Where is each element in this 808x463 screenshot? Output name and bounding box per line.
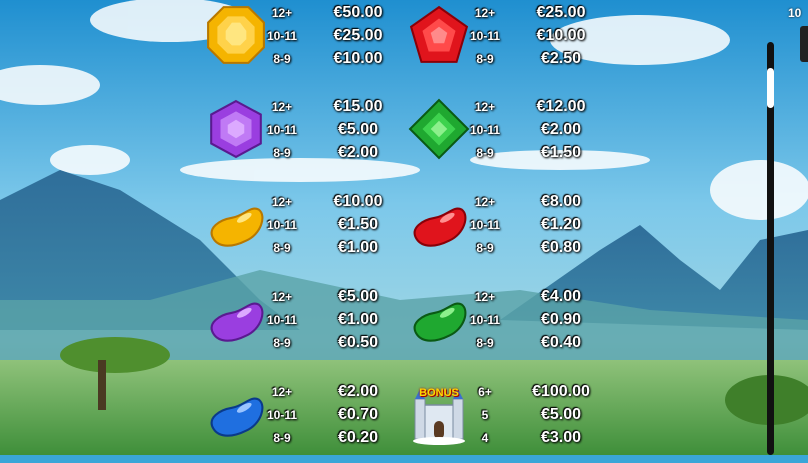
red-gem-icon <box>408 4 470 66</box>
win-value: €2.00 <box>337 144 379 161</box>
win-value: €0.50 <box>337 334 379 351</box>
count-label: 12+ <box>271 100 293 114</box>
win-value: €100.00 <box>532 383 590 400</box>
count-label: 8-9 <box>273 52 291 66</box>
paytable-entry: 12+ €5.00 10-11 €1.00 8-9 €0.50 <box>205 288 395 368</box>
count-label: 12+ <box>474 100 496 114</box>
paytable-entry: 12+ €4.00 10-11 €0.90 8-9 €0.40 <box>408 288 598 368</box>
scrollbar[interactable] <box>767 42 774 455</box>
count-label: 8-9 <box>476 336 494 350</box>
win-value: €3.00 <box>540 429 582 446</box>
win-value: €0.90 <box>540 311 582 328</box>
paytable-entry: BONUS 6+ €100.00 5 €5.00 4 €3.00 <box>408 383 598 463</box>
purple-jellybean-icon <box>205 288 267 350</box>
win-value: €2.50 <box>540 50 582 67</box>
yellow-gem-icon <box>205 4 267 66</box>
count-label: 10-11 <box>266 29 298 43</box>
count-label: 10-11 <box>469 29 501 43</box>
corner-button[interactable] <box>800 26 808 62</box>
green-gem-icon <box>408 98 470 160</box>
paytable-entry: 12+ €50.00 10-11 €25.00 8-9 €10.00 <box>205 4 395 84</box>
win-value: €4.00 <box>540 288 582 305</box>
bonus-label: BONUS <box>419 387 459 399</box>
win-value: €8.00 <box>540 193 582 210</box>
yellow-jellybean-icon <box>205 193 267 255</box>
win-value: €0.40 <box>540 334 582 351</box>
background-landscape <box>0 0 808 455</box>
win-value: €5.00 <box>540 406 582 423</box>
count-label: 10-11 <box>266 408 298 422</box>
paytable-entry: 12+ €2.00 10-11 €0.70 8-9 €0.20 <box>205 383 395 463</box>
win-value: €1.20 <box>540 216 582 233</box>
paytable-entry: 12+ €25.00 10-11 €10.00 8-9 €2.50 <box>408 4 598 84</box>
paytable-entry: 12+ €8.00 10-11 €1.20 8-9 €0.80 <box>408 193 598 273</box>
win-value: €10.00 <box>333 50 383 67</box>
win-value: €0.70 <box>337 406 379 423</box>
count-label: 10-11 <box>469 123 501 137</box>
corner-label: 10 <box>788 6 802 20</box>
count-label: 6+ <box>478 385 492 399</box>
win-value: €50.00 <box>333 4 383 21</box>
count-label: 10-11 <box>266 123 298 137</box>
count-label: 12+ <box>271 385 293 399</box>
count-label: 10-11 <box>469 313 501 327</box>
win-value: €2.00 <box>337 383 379 400</box>
count-label: 12+ <box>474 6 496 20</box>
win-value: €25.00 <box>536 4 586 21</box>
red-jellybean-icon <box>408 193 470 255</box>
win-value: €0.20 <box>337 429 379 446</box>
win-value: €5.00 <box>337 121 379 138</box>
win-value: €5.00 <box>337 288 379 305</box>
win-value: €1.00 <box>337 239 379 256</box>
count-label: 8-9 <box>273 146 291 160</box>
win-value: €0.80 <box>540 239 582 256</box>
count-label: 8-9 <box>476 146 494 160</box>
count-label: 10-11 <box>469 218 501 232</box>
paytable-entry: 12+ €12.00 10-11 €2.00 8-9 €1.50 <box>408 98 598 178</box>
count-label: 8-9 <box>476 52 494 66</box>
win-value: €2.00 <box>540 121 582 138</box>
win-value: €25.00 <box>333 27 383 44</box>
scrollbar-thumb[interactable] <box>767 68 774 108</box>
bonus-castle-icon: BONUS <box>408 383 470 445</box>
count-label: 12+ <box>271 6 293 20</box>
count-label: 10-11 <box>266 218 298 232</box>
purple-gem-icon <box>205 98 267 160</box>
win-value: €1.00 <box>337 311 379 328</box>
blue-jellybean-icon <box>205 383 267 445</box>
paytable-entry: 12+ €10.00 10-11 €1.50 8-9 €1.00 <box>205 193 395 273</box>
count-label: 12+ <box>271 195 293 209</box>
count-label: 8-9 <box>476 241 494 255</box>
green-jellybean-icon <box>408 288 470 350</box>
count-label: 12+ <box>271 290 293 304</box>
count-label: 12+ <box>474 195 496 209</box>
win-value: €1.50 <box>337 216 379 233</box>
paytable-entry: 12+ €15.00 10-11 €5.00 8-9 €2.00 <box>205 98 395 178</box>
count-label: 8-9 <box>273 241 291 255</box>
win-value: €10.00 <box>333 193 383 210</box>
win-value: €10.00 <box>536 27 586 44</box>
count-label: 10-11 <box>266 313 298 327</box>
count-label: 8-9 <box>273 336 291 350</box>
win-value: €12.00 <box>536 98 586 115</box>
win-value: €1.50 <box>540 144 582 161</box>
count-label: 12+ <box>474 290 496 304</box>
count-label: 5 <box>481 408 489 422</box>
count-label: 8-9 <box>273 431 291 445</box>
count-label: 4 <box>481 431 489 445</box>
win-value: €15.00 <box>333 98 383 115</box>
